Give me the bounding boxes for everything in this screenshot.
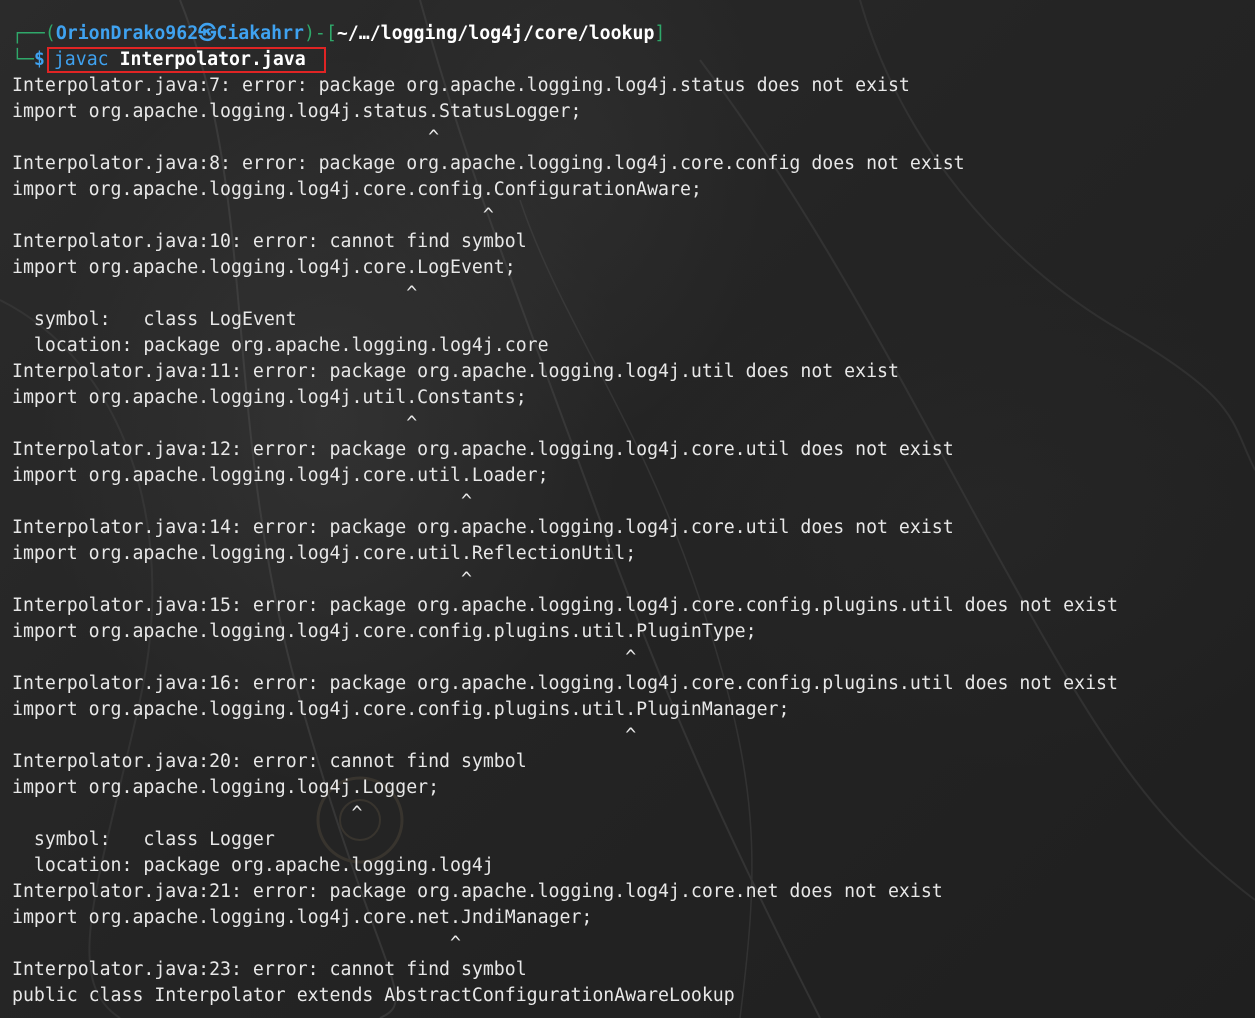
output-line: Interpolator.java:15: error: package org… <box>12 595 1118 616</box>
prompt-hostname: Ciakahrr <box>216 23 304 44</box>
output-line: Interpolator.java:12: error: package org… <box>12 439 954 460</box>
output-line: import org.apache.logging.log4j.util.Con… <box>12 387 527 408</box>
output-line: Interpolator.java:16: error: package org… <box>12 673 1118 694</box>
output-line: ^ <box>12 647 637 668</box>
output-line: ^ <box>12 803 363 824</box>
prompt-username: OrionDrako962 <box>55 23 199 44</box>
output-line: symbol: class LogEvent <box>12 309 297 330</box>
output-line: location: package org.apache.logging.log… <box>12 855 494 876</box>
output-line: ^ <box>12 283 418 304</box>
output-line: public class Interpolator extends Abstra… <box>12 985 735 1006</box>
output-line: import org.apache.logging.log4j.core.uti… <box>12 543 637 564</box>
output-line: location: package org.apache.logging.log… <box>12 335 549 356</box>
output-line: ^ <box>12 933 461 954</box>
output-line: import org.apache.logging.log4j.core.net… <box>12 907 593 928</box>
output-line: import org.apache.logging.log4j.core.con… <box>12 699 790 720</box>
prompt-path: ~/…/logging/log4j/core/lookup <box>336 23 655 44</box>
prompt-line-top: ┌──(OrionDrako962 ㉿ Ciakahrr)-[~/…/logging… <box>12 21 1255 47</box>
output-line: Interpolator.java:11: error: package org… <box>12 361 899 382</box>
prompt-frame-mid: )-[ <box>303 23 337 44</box>
output-line: Interpolator.java:23: error: cannot find… <box>12 959 527 980</box>
command-name: javac <box>53 49 109 70</box>
terminal-output[interactable]: ┌──(OrionDrako962 ㉿ Ciakahrr)-[~/…/logging… <box>12 21 1255 1018</box>
output-line: ^ <box>12 413 418 434</box>
output-line: import org.apache.logging.log4j.core.con… <box>12 179 702 200</box>
output-line: ^ <box>12 127 440 148</box>
prompt-frame-bottom: └─ <box>12 49 34 70</box>
output-line: Interpolator.java:10: error: cannot find… <box>12 231 527 252</box>
output-line: Interpolator.java:7: error: package org.… <box>12 75 910 96</box>
output-line: ^ <box>12 205 494 226</box>
output-line: Interpolator.java:8: error: package org.… <box>12 153 965 174</box>
output-line: symbol: class Logger <box>12 829 275 850</box>
prompt-dollar: $ <box>33 49 45 70</box>
output-line: import org.apache.logging.log4j.Logger; <box>12 777 440 798</box>
output-line: ^ <box>12 725 637 746</box>
output-line: ^ <box>12 491 472 512</box>
prompt-skull-icon: ㉿ <box>198 23 217 44</box>
prompt-frame-top: ┌──( <box>12 23 56 44</box>
output-line: Interpolator.java:21: error: package org… <box>12 881 943 902</box>
prompt-frame-end: ] <box>654 23 666 44</box>
prompt-line-command: └─ $ javac Interpolator.java <box>12 47 1255 73</box>
output-line: Interpolator.java:20: error: cannot find… <box>12 751 527 772</box>
output-line: Interpolator.java:14: error: package org… <box>12 517 954 538</box>
command-highlight-box: javac Interpolator.java <box>46 47 326 73</box>
command-argument: Interpolator.java <box>119 49 306 70</box>
output-line: import org.apache.logging.log4j.status.S… <box>12 101 582 122</box>
output-line: import org.apache.logging.log4j.core.uti… <box>12 465 549 486</box>
output-line: import org.apache.logging.log4j.core.Log… <box>12 257 516 278</box>
output-line: import org.apache.logging.log4j.core.con… <box>12 621 757 642</box>
output-line: ^ <box>12 569 472 590</box>
